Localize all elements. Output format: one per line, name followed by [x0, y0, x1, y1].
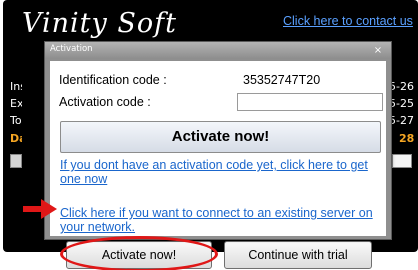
dialog-titlebar[interactable]: Activation × — [45, 42, 391, 59]
highlight-ellipse — [60, 236, 218, 270]
expiry-date-label: Expi — [10, 97, 22, 110]
connect-server-link[interactable]: Click here if you want to connect to an … — [60, 206, 384, 234]
identification-code-value: 35352747T20 — [243, 73, 321, 87]
dialog-activate-button[interactable]: Activate now! — [60, 121, 381, 153]
continue-trial-button[interactable]: Continue with trial — [224, 241, 372, 269]
days-left-label: Day — [10, 132, 22, 145]
get-activation-code-link[interactable]: If you dont have an activation code yet,… — [60, 158, 384, 186]
identification-code-label: Identification code : — [59, 73, 167, 87]
close-icon[interactable]: × — [371, 44, 385, 57]
install-date-label: Insta — [10, 80, 22, 93]
activation-code-label: Activation code : — [59, 95, 151, 109]
activation-dialog: Activation × Identification code : 35352… — [44, 41, 392, 240]
progress-bar-right — [392, 154, 412, 168]
progress-bar-left — [10, 154, 22, 168]
app-logo: Vinity Soft — [22, 8, 177, 39]
activation-code-input[interactable] — [237, 93, 383, 111]
today-date-label: Toda — [10, 114, 22, 127]
today-date-value: 5-27 — [389, 114, 414, 127]
red-arrow-icon — [23, 199, 57, 219]
install-date-value: 5-26 — [389, 80, 414, 93]
days-left-value: 28 — [399, 132, 415, 145]
expiry-date-value: 5-25 — [389, 97, 414, 110]
dialog-body: Identification code : 35352747T20 Activa… — [50, 61, 386, 236]
dialog-title: Activation — [50, 44, 93, 54]
contact-us-link[interactable]: Click here to contact us — [283, 14, 418, 28]
